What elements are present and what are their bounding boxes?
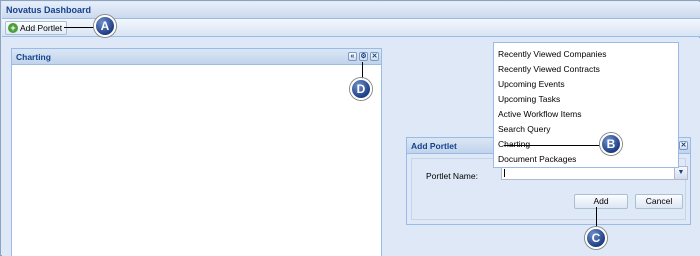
close-icon[interactable]: ✕	[370, 52, 379, 61]
collapse-icon[interactable]: «	[348, 52, 357, 61]
plus-icon: +	[8, 23, 18, 33]
dialog-title: Add Portlet	[411, 141, 457, 151]
callout-a: A	[94, 15, 116, 37]
portlet-tools: « ⚙ ✕	[348, 52, 379, 61]
charting-portlet: Charting « ⚙ ✕	[11, 48, 382, 256]
dropdown-item[interactable]: Upcoming Events	[494, 77, 678, 92]
portlet-dropdown-list: Recently Viewed Companies Recently Viewe…	[493, 42, 679, 168]
add-button[interactable]: Add	[574, 194, 628, 209]
dropdown-item[interactable]: Recently Viewed Companies	[494, 47, 678, 62]
charting-portlet-header[interactable]: Charting « ⚙ ✕	[12, 49, 381, 65]
dropdown-item[interactable]: Search Query	[494, 122, 678, 137]
cancel-button[interactable]: Cancel	[635, 194, 683, 209]
text-cursor	[504, 169, 505, 177]
portlet-name-label: Portlet Name:	[426, 171, 478, 181]
chevron-down-icon[interactable]: ▼	[674, 167, 687, 179]
callout-d: D	[350, 78, 372, 100]
dropdown-item[interactable]: Document Packages	[494, 152, 678, 167]
callout-c-line	[596, 207, 597, 229]
portlet-name-combo[interactable]: ▼	[501, 166, 688, 180]
callout-b: B	[600, 133, 622, 155]
close-icon[interactable]: ✕	[679, 141, 688, 150]
dropdown-item[interactable]: Active Workflow Items	[494, 107, 678, 122]
dropdown-item[interactable]: Recently Viewed Contracts	[494, 62, 678, 77]
dropdown-item[interactable]: Upcoming Tasks	[494, 92, 678, 107]
charting-portlet-title: Charting	[16, 52, 51, 62]
add-portlet-button[interactable]: + Add Portlet	[5, 21, 68, 35]
callout-a-line	[64, 27, 94, 28]
callout-b-line	[504, 145, 600, 146]
callout-c: C	[585, 227, 607, 249]
add-portlet-label: Add Portlet	[20, 23, 63, 33]
gear-icon[interactable]: ⚙	[359, 52, 368, 61]
